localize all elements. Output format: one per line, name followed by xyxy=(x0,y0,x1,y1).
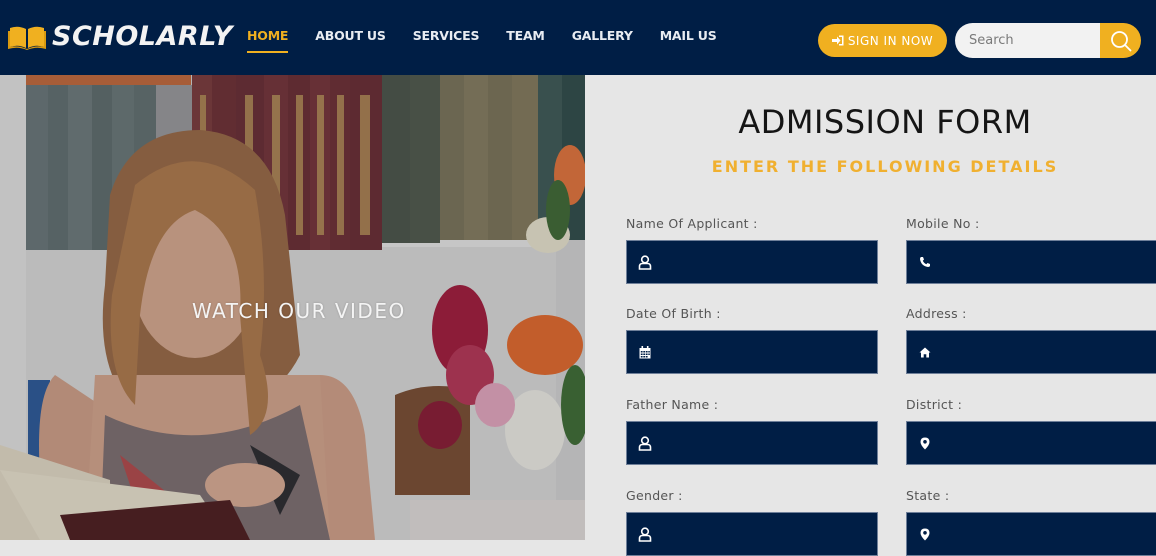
main-nav: HOME ABOUT US SERVICES TEAM GALLERY MAIL… xyxy=(247,28,744,53)
sign-in-button[interactable]: SIGN IN NOW xyxy=(818,24,947,57)
address-input[interactable] xyxy=(933,331,1156,373)
user-icon xyxy=(637,435,653,451)
nav-services[interactable]: SERVICES xyxy=(413,28,480,44)
form-title: ADMISSION FORM xyxy=(738,103,1032,141)
label-state: State : xyxy=(906,488,950,503)
mobile-no-input[interactable] xyxy=(933,241,1156,283)
user-icon xyxy=(637,254,653,270)
search-button[interactable] xyxy=(1100,23,1141,58)
nav-home[interactable]: HOME xyxy=(247,28,289,53)
sign-in-icon xyxy=(831,35,844,46)
name-of-applicant-input[interactable] xyxy=(653,241,877,283)
name-of-applicant-field[interactable] xyxy=(626,240,878,284)
form-subtitle: ENTER THE FOLLOWING DETAILS xyxy=(711,157,1059,176)
district-input[interactable] xyxy=(933,422,1156,464)
label-district: District : xyxy=(906,397,963,412)
nav-mail-us[interactable]: MAIL US xyxy=(660,28,717,44)
open-book-icon xyxy=(8,26,46,50)
search-input[interactable] xyxy=(955,23,1100,58)
brand-name: SCHOLARLY xyxy=(52,21,233,52)
admission-form: ADMISSION FORM ENTER THE FOLLOWING DETAI… xyxy=(585,75,1156,556)
label-date-of-birth: Date Of Birth : xyxy=(626,306,721,321)
state-input[interactable] xyxy=(933,513,1156,555)
nav-about-us[interactable]: ABOUT US xyxy=(315,28,386,44)
watch-video-link[interactable]: WATCH OUR VIDEO xyxy=(192,299,406,323)
label-gender: Gender : xyxy=(626,488,683,503)
district-field[interactable] xyxy=(906,421,1156,465)
sign-in-label: SIGN IN NOW xyxy=(847,33,934,48)
gender-input[interactable] xyxy=(653,513,877,555)
mobile-no-field[interactable] xyxy=(906,240,1156,284)
gender-field[interactable] xyxy=(626,512,878,556)
map-marker-icon xyxy=(917,435,933,451)
nav-team[interactable]: TEAM xyxy=(506,28,545,44)
home-icon xyxy=(917,344,933,360)
father-name-input[interactable] xyxy=(653,422,877,464)
address-field[interactable] xyxy=(906,330,1156,374)
label-name-of-applicant: Name Of Applicant : xyxy=(626,216,758,231)
navbar: SCHOLARLY HOME ABOUT US SERVICES TEAM GA… xyxy=(0,0,1156,75)
date-of-birth-input[interactable] xyxy=(653,331,877,373)
brand-logo[interactable]: SCHOLARLY xyxy=(8,22,233,52)
search-icon xyxy=(1110,30,1131,51)
date-of-birth-field[interactable] xyxy=(626,330,878,374)
father-name-field[interactable] xyxy=(626,421,878,465)
state-field[interactable] xyxy=(906,512,1156,556)
hero-image: WATCH OUR VIDEO xyxy=(0,75,585,540)
search-bar xyxy=(955,23,1141,58)
label-address: Address : xyxy=(906,306,967,321)
label-mobile-no: Mobile No : xyxy=(906,216,980,231)
label-father-name: Father Name : xyxy=(626,397,719,412)
calendar-icon xyxy=(637,344,653,360)
nav-gallery[interactable]: GALLERY xyxy=(572,28,633,44)
phone-icon xyxy=(917,254,933,270)
